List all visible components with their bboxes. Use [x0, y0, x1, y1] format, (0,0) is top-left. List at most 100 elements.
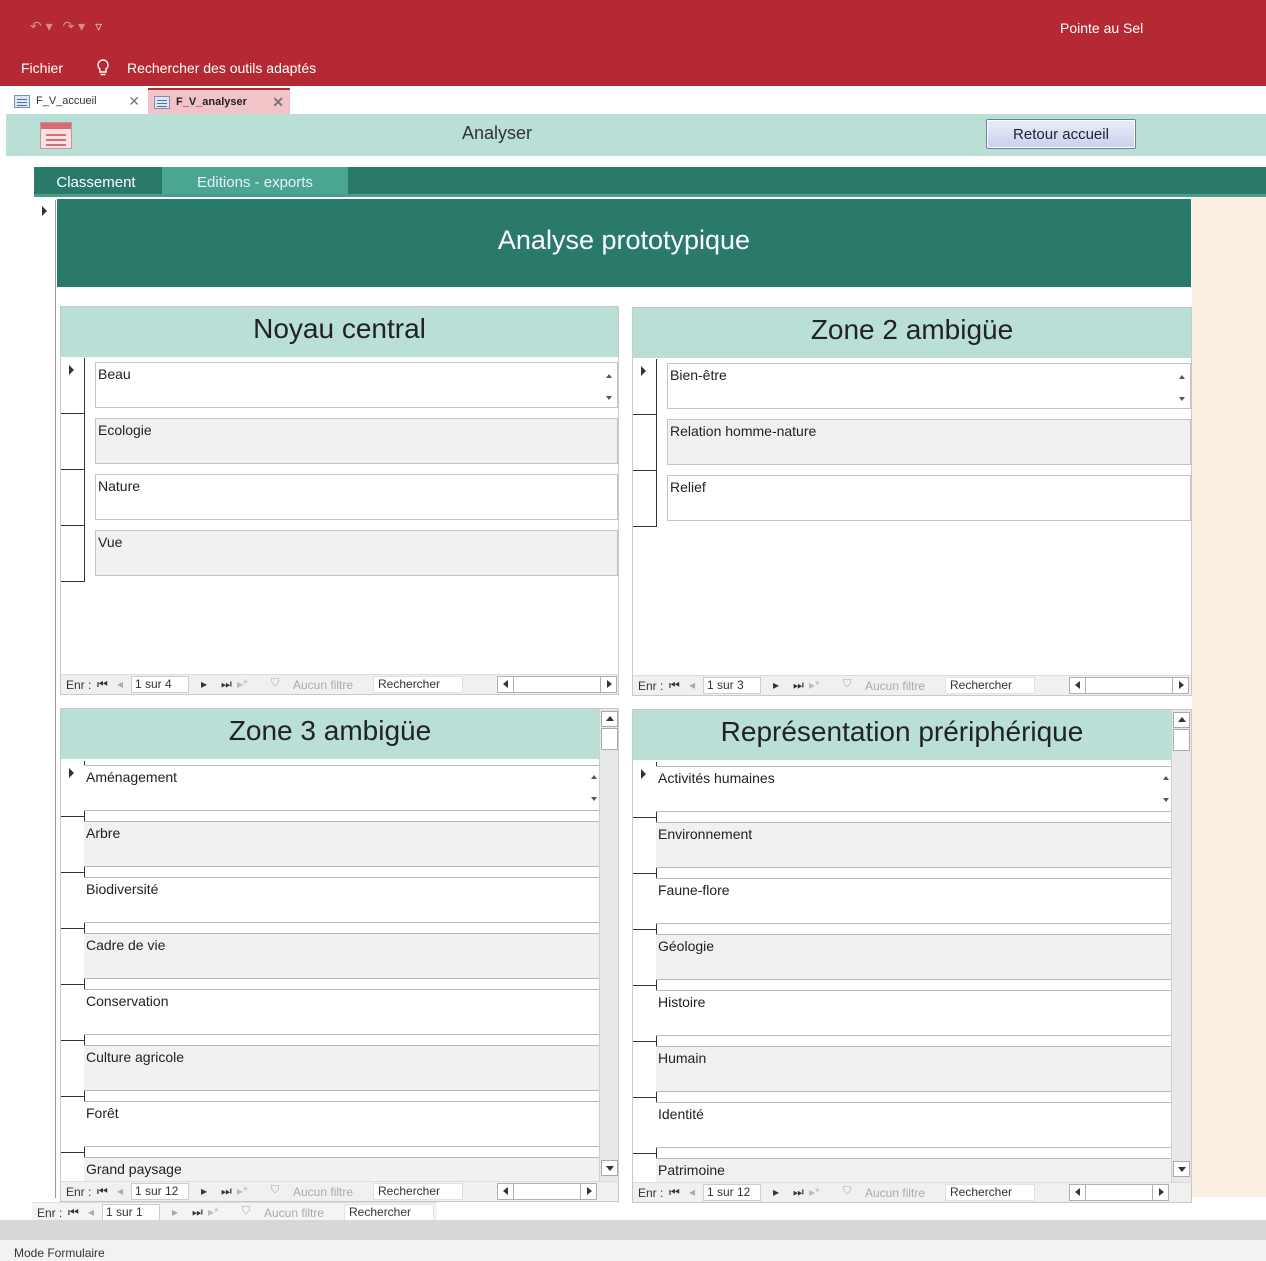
record-field[interactable]: Arbre	[84, 821, 599, 867]
customize-qat-icon[interactable]: ▿	[95, 18, 102, 34]
record-field[interactable]: Relief	[667, 475, 1191, 521]
record-field[interactable]: Patrimoine	[656, 1158, 1171, 1182]
last-record-icon[interactable]: ⏭	[793, 1185, 804, 1200]
last-record-icon[interactable]: ⏭	[793, 678, 804, 693]
record-selector[interactable]	[633, 359, 657, 415]
list-item[interactable]: Activités humaines	[633, 762, 1171, 818]
scroll-down-icon[interactable]	[601, 1160, 618, 1176]
list-item[interactable]: Histoire	[633, 986, 1171, 1042]
new-record-icon[interactable]: ▸*	[237, 677, 248, 691]
list-item[interactable]: Conservation	[61, 985, 599, 1041]
horizontal-scrollbar[interactable]	[1069, 1184, 1169, 1201]
field-scroll-down-icon[interactable]	[591, 797, 597, 801]
filter-status[interactable]: Aucun filtre	[865, 1186, 925, 1200]
previous-record-icon[interactable]: ◂	[117, 1184, 123, 1198]
next-record-icon[interactable]: ▸	[201, 677, 207, 691]
scroll-down-icon[interactable]	[1173, 1161, 1190, 1177]
list-item[interactable]: Faune-flore	[633, 874, 1171, 930]
filter-status[interactable]: Aucun filtre	[264, 1206, 324, 1220]
previous-record-icon[interactable]: ◂	[88, 1205, 94, 1219]
record-selector[interactable]	[61, 929, 85, 985]
record-field[interactable]: Ecologie	[95, 418, 618, 464]
list-item[interactable]: Forêt	[61, 1097, 599, 1153]
scroll-left-icon[interactable]	[498, 1184, 514, 1199]
record-field[interactable]: Cadre de vie	[84, 933, 599, 979]
record-selector[interactable]	[633, 874, 657, 930]
current-record-field[interactable]: 1 sur 12	[131, 1183, 189, 1200]
scroll-left-icon[interactable]	[1070, 678, 1086, 693]
record-selector[interactable]	[61, 985, 85, 1041]
record-field[interactable]: Forêt	[84, 1101, 599, 1147]
new-record-icon[interactable]: ▸*	[208, 1205, 219, 1219]
current-record-field[interactable]: 1 sur 4	[131, 676, 189, 693]
redo-icon[interactable]: ↷ ▾	[63, 18, 86, 34]
list-item[interactable]: Grand paysage	[61, 1153, 599, 1181]
back-home-button[interactable]: Retour accueil	[986, 119, 1136, 149]
record-selector[interactable]	[633, 415, 657, 471]
list-item[interactable]: Relief	[633, 471, 1191, 527]
first-record-icon[interactable]: ⏮	[68, 1205, 79, 1220]
search-box[interactable]: Rechercher	[945, 1184, 1035, 1201]
search-box[interactable]: Rechercher	[373, 676, 463, 693]
horizontal-scrollbar[interactable]	[497, 1183, 597, 1200]
record-field[interactable]: Histoire	[656, 990, 1171, 1036]
list-item[interactable]: Humain	[633, 1042, 1171, 1098]
new-record-icon[interactable]: ▸*	[809, 678, 820, 692]
last-record-icon[interactable]: ⏭	[221, 677, 232, 692]
record-selector[interactable]	[633, 1042, 657, 1098]
search-box[interactable]: Rechercher	[945, 677, 1035, 694]
new-record-icon[interactable]: ▸*	[237, 1184, 248, 1198]
record-field[interactable]: Culture agricole	[84, 1045, 599, 1091]
record-selector[interactable]	[61, 526, 85, 582]
scroll-thumb[interactable]	[1173, 729, 1190, 751]
file-menu[interactable]: Fichier	[21, 60, 63, 76]
record-field[interactable]: Bien-être	[667, 363, 1191, 409]
record-selector[interactable]	[633, 986, 657, 1042]
field-scroll-up-icon[interactable]	[1179, 375, 1185, 379]
record-field[interactable]: Beau	[95, 362, 618, 408]
vertical-scrollbar[interactable]	[599, 709, 618, 1181]
horizontal-scrollbar[interactable]	[497, 676, 617, 693]
record-field[interactable]: Vue	[95, 530, 618, 576]
next-record-icon[interactable]: ▸	[172, 1205, 178, 1219]
new-record-icon[interactable]: ▸*	[809, 1185, 820, 1199]
record-selector[interactable]	[61, 1041, 85, 1097]
last-record-icon[interactable]: ⏭	[192, 1205, 203, 1220]
scroll-right-icon[interactable]	[1152, 1185, 1168, 1200]
search-box[interactable]: Rechercher	[373, 1183, 463, 1200]
search-box[interactable]: Rechercher	[344, 1204, 434, 1221]
filter-status[interactable]: Aucun filtre	[293, 1185, 353, 1199]
field-scroll-up-icon[interactable]	[606, 374, 612, 378]
record-selector[interactable]	[61, 873, 85, 929]
list-item[interactable]: Ecologie	[61, 414, 618, 470]
last-record-icon[interactable]: ⏭	[221, 1184, 232, 1199]
tab-classement[interactable]: Classement	[34, 167, 158, 197]
list-item[interactable]: Bien-être	[633, 359, 1191, 415]
first-record-icon[interactable]: ⏮	[669, 1185, 680, 1200]
record-selector[interactable]	[61, 761, 85, 817]
record-selector[interactable]	[633, 471, 657, 527]
record-field[interactable]: Relation homme-nature	[667, 419, 1191, 465]
record-selector[interactable]	[61, 1153, 85, 1181]
record-field[interactable]: Humain	[656, 1046, 1171, 1092]
list-item[interactable]: Patrimoine	[633, 1154, 1171, 1182]
scroll-left-icon[interactable]	[1070, 1185, 1086, 1200]
filter-status[interactable]: Aucun filtre	[293, 678, 353, 692]
scroll-thumb[interactable]	[601, 728, 618, 750]
tab-editions-exports[interactable]: Editions - exports	[162, 167, 348, 197]
previous-record-icon[interactable]: ◂	[689, 678, 695, 692]
record-selector[interactable]	[38, 200, 56, 1198]
record-selector[interactable]	[633, 930, 657, 986]
record-selector[interactable]	[633, 762, 657, 818]
field-scroll-down-icon[interactable]	[1163, 798, 1169, 802]
scroll-right-icon[interactable]	[1172, 678, 1188, 693]
first-record-icon[interactable]: ⏮	[97, 1184, 108, 1199]
field-scroll-down-icon[interactable]	[1179, 397, 1185, 401]
record-selector[interactable]	[61, 1097, 85, 1153]
first-record-icon[interactable]: ⏮	[669, 678, 680, 693]
horizontal-scrollbar[interactable]	[1069, 677, 1189, 694]
scroll-left-icon[interactable]	[498, 677, 514, 692]
record-selector[interactable]	[61, 358, 85, 414]
record-field[interactable]: Aménagement	[84, 765, 599, 811]
list-item[interactable]: Nature	[61, 470, 618, 526]
